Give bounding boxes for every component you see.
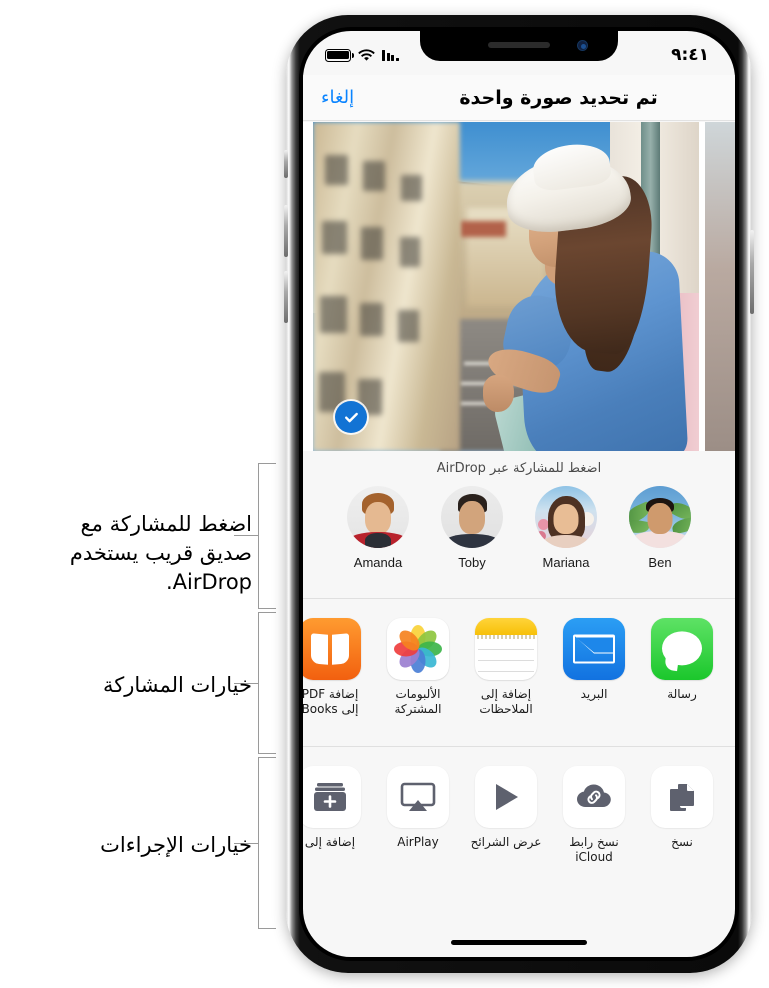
photos-icon — [387, 618, 449, 680]
share-option-label: رسالة — [667, 687, 697, 701]
action-label: AirPlay — [397, 835, 439, 849]
silent-switch[interactable] — [284, 150, 288, 178]
volume-down-button[interactable] — [284, 271, 288, 323]
action-label: نسخ — [671, 835, 693, 849]
add-to-album-icon — [303, 766, 361, 828]
status-bar: ٩:٤١ — [303, 31, 735, 71]
status-time: ٩:٤١ — [671, 45, 709, 65]
action-options-row[interactable]: نسخ نسخ رابط iCloud عرض الشرائح AirPlay … — [303, 748, 735, 888]
photo-selected-checkmark-icon[interactable] — [335, 401, 367, 433]
annotation-airdrop-text: اضغط للمشاركة مع صديق قريب يستخدم AirDro… — [69, 512, 252, 594]
page-title: تم تحديد صورة واحدة — [459, 86, 658, 109]
action-list: نسخ نسخ رابط iCloud عرض الشرائح AirPlay … — [303, 748, 735, 866]
volume-up-button[interactable] — [284, 205, 288, 257]
contact-name: Ben — [648, 555, 672, 570]
cancel-button[interactable]: إلغاء — [321, 87, 354, 108]
airdrop-section: اضغط للمشاركة عبر AirDrop Ben Mariana To… — [303, 451, 735, 599]
airdrop-contact-amanda[interactable]: Amanda — [341, 486, 415, 570]
annotation-layer: اضغط للمشاركة مع صديق قريب يستخدم AirDro… — [0, 0, 300, 988]
home-indicator[interactable] — [451, 940, 587, 945]
action-copy[interactable]: نسخ — [645, 766, 719, 866]
share-option-label: البريد — [580, 687, 608, 701]
share-option-label: إضافة إلى الملاحظات — [479, 687, 533, 717]
selected-photo-thumbnail[interactable] — [313, 122, 699, 451]
avatar — [535, 486, 597, 548]
action-copy-icloud-link[interactable]: نسخ رابط iCloud — [557, 766, 631, 866]
action-label: نسخ رابط iCloud — [569, 835, 619, 865]
messages-icon — [651, 618, 713, 680]
signal-bars-icon — [382, 49, 400, 61]
share-option-label: إضافة PDF إلى Books — [303, 687, 359, 717]
action-slideshow[interactable]: عرض الشرائح — [469, 766, 543, 866]
action-label: عرض الشرائح — [470, 835, 542, 849]
woman-hand — [482, 375, 514, 412]
avatar — [441, 486, 503, 548]
share-sheet-header: تم تحديد صورة واحدة إلغاء — [303, 75, 735, 121]
airdrop-contact-toby[interactable]: Toby — [435, 486, 509, 570]
battery-icon — [325, 48, 355, 62]
mail-icon — [563, 618, 625, 680]
device-bezel: ٩:٤١ تم تحديد صورة واحدة إلغاء اضغط للمش… — [299, 27, 739, 961]
airdrop-contact-mariana[interactable]: Mariana — [529, 486, 603, 570]
avatar — [629, 486, 691, 548]
terracotta-roof — [459, 220, 506, 238]
action-add-to-album[interactable]: إضافة إلى — [303, 766, 367, 866]
photo-preview-strip[interactable] — [303, 122, 735, 451]
phone-screen: ٩:٤١ تم تحديد صورة واحدة إلغاء اضغط للمش… — [303, 31, 735, 957]
power-button[interactable] — [750, 230, 754, 314]
copy-icon — [651, 766, 713, 828]
contact-name: Toby — [458, 555, 486, 570]
airdrop-contacts-list: Ben Mariana Toby Amanda — [303, 476, 735, 570]
iphone-device-frame: ٩:٤١ تم تحديد صورة واحدة إلغاء اضغط للمش… — [284, 15, 754, 973]
notes-icon — [475, 618, 537, 680]
share-option-notes[interactable]: إضافة إلى الملاحظات — [469, 618, 543, 718]
icloud-link-icon — [563, 766, 625, 828]
annotation-share-text: خيارات المشاركة — [102, 673, 252, 697]
share-apps-list: رسالة البريد إضافة إلى الملاحظات الألبوم… — [303, 600, 735, 718]
avatar — [347, 486, 409, 548]
share-options-row[interactable]: رسالة البريد إضافة إلى الملاحظات الألبوم… — [303, 600, 735, 747]
callout-bracket-share — [258, 612, 276, 754]
callout-bracket-actions — [258, 757, 276, 929]
left-building-facade — [313, 122, 460, 451]
slideshow-play-icon — [475, 766, 537, 828]
callout-bracket-airdrop — [258, 463, 276, 609]
share-option-message[interactable]: رسالة — [645, 618, 719, 718]
photo-scene — [313, 122, 699, 451]
contact-name: Mariana — [542, 555, 590, 570]
airdrop-contact-ben[interactable]: Ben — [623, 486, 697, 570]
contact-name: Amanda — [353, 555, 403, 570]
airplay-icon — [387, 766, 449, 828]
share-option-mail[interactable]: البريد — [557, 618, 631, 718]
wifi-icon — [358, 48, 375, 61]
action-label: إضافة إلى — [304, 835, 356, 849]
share-option-label: الألبومات المشتركة — [394, 687, 442, 717]
share-option-books[interactable]: إضافة PDF إلى Books — [303, 618, 367, 718]
books-icon — [303, 618, 361, 680]
airdrop-section-title: اضغط للمشاركة عبر AirDrop — [436, 461, 602, 476]
share-option-shared-albums[interactable]: الألبومات المشتركة — [381, 618, 455, 718]
annotation-actions-text: خيارات الإجراءات — [100, 833, 252, 857]
action-airplay[interactable]: AirPlay — [381, 766, 455, 866]
adjacent-photo-thumbnail[interactable] — [705, 122, 735, 451]
